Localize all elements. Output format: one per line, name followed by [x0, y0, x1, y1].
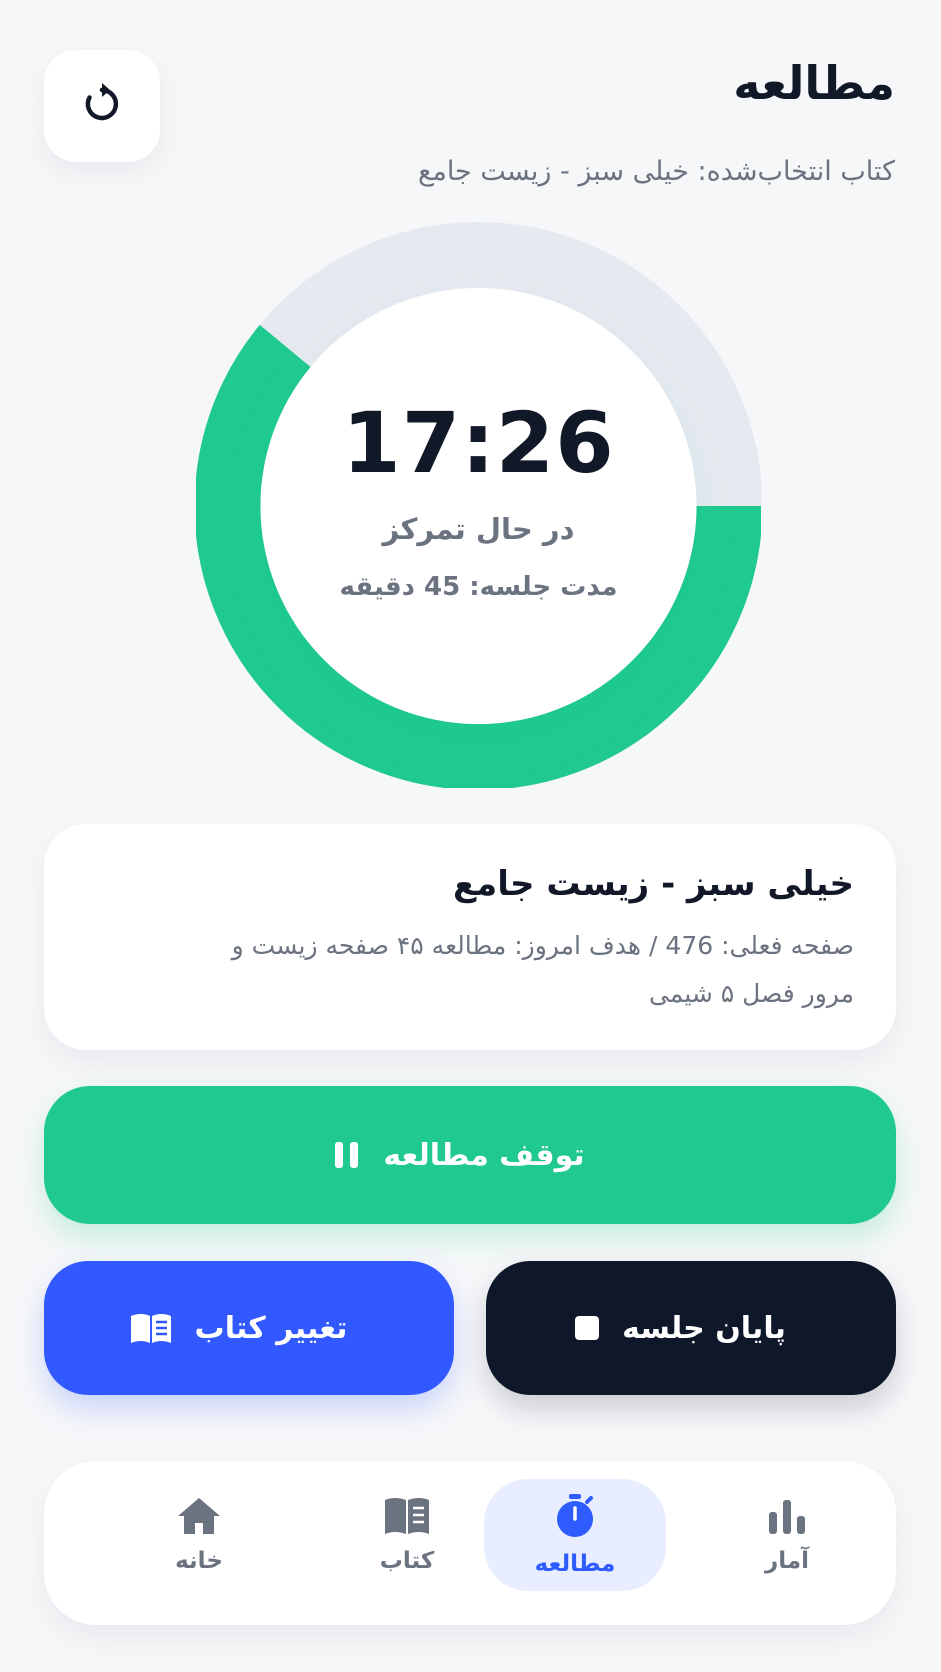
open-book-icon — [129, 1311, 173, 1345]
end-session-button[interactable]: پایان جلسه — [486, 1261, 896, 1395]
book-progress-line-2: مرور فصل ۵ شیمی — [649, 979, 854, 1008]
book-progress-text: صفحه فعلی: 476 / هدف امروز: مطالعه ۴۵ صف… — [86, 922, 854, 1018]
pause-study-button[interactable]: توقف مطالعه — [44, 1086, 896, 1224]
timer-center: 17:26 در حال تمرکز مدت جلسه: 45 دقیقه — [196, 218, 761, 788]
change-book-button[interactable]: تغییر کتاب — [44, 1261, 454, 1395]
book-progress-line-1: صفحه فعلی: 476 / هدف امروز: مطالعه ۴۵ صف… — [231, 931, 854, 960]
home-icon — [176, 1496, 222, 1542]
end-session-label: پایان جلسه — [622, 1310, 786, 1346]
nav-label-stats: آمار — [764, 1548, 809, 1574]
book-title: خیلی سبز - زیست جامع — [452, 864, 854, 904]
selected-book-text: کتاب انتخاب‌شده: خیلی سبز - زیست جامع — [417, 156, 895, 187]
nav-item-stats[interactable]: آمار — [696, 1479, 878, 1591]
refresh-icon — [79, 81, 125, 131]
pause-icon — [333, 1140, 361, 1170]
bar-chart-icon — [767, 1496, 807, 1542]
pause-study-label: توقف مطالعه — [383, 1137, 585, 1173]
stop-icon — [574, 1315, 600, 1341]
nav-item-book[interactable]: کتاب — [316, 1479, 498, 1591]
nav-item-home[interactable]: خانه — [108, 1479, 290, 1591]
page-title: مطالعه — [733, 56, 895, 110]
focus-status: در حال تمرکز — [382, 512, 575, 546]
nav-label-study: مطالعه — [534, 1551, 616, 1577]
nav-label-book: کتاب — [379, 1548, 435, 1574]
timer-display: 17:26 — [342, 394, 615, 492]
session-duration: مدت جلسه: 45 دقیقه — [339, 572, 618, 602]
stopwatch-icon — [552, 1493, 598, 1545]
bottom-navigation: خانه کتاب مطالعه آمار — [44, 1461, 896, 1625]
nav-label-home: خانه — [175, 1548, 223, 1574]
change-book-label: تغییر کتاب — [194, 1310, 348, 1346]
nav-item-study[interactable]: مطالعه — [484, 1479, 666, 1591]
current-book-card: خیلی سبز - زیست جامع صفحه فعلی: 476 / هد… — [44, 824, 896, 1050]
book-icon — [383, 1496, 431, 1542]
refresh-button[interactable] — [44, 50, 160, 162]
